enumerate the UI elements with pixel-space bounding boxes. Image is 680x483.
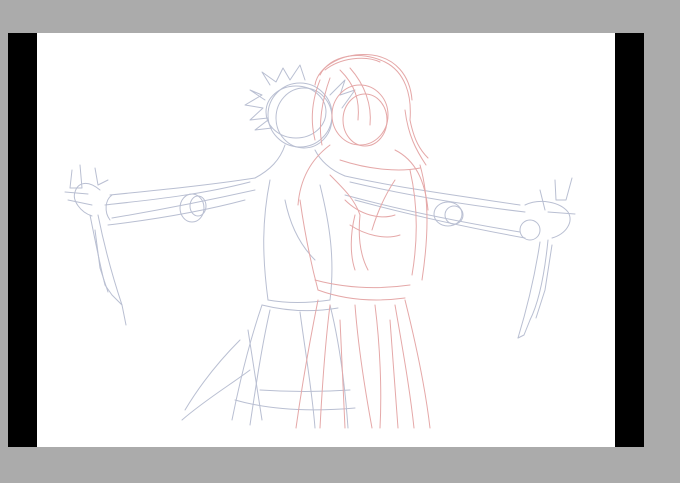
drawing-canvas[interactable] <box>37 33 615 447</box>
sketch-artwork <box>64 54 576 429</box>
letterbox-left <box>8 33 37 447</box>
sketch-layer-figure-red <box>295 54 431 429</box>
sketch-layer-figure-gray <box>64 64 576 429</box>
letterbox-right <box>615 33 644 447</box>
app-workspace <box>0 0 680 483</box>
